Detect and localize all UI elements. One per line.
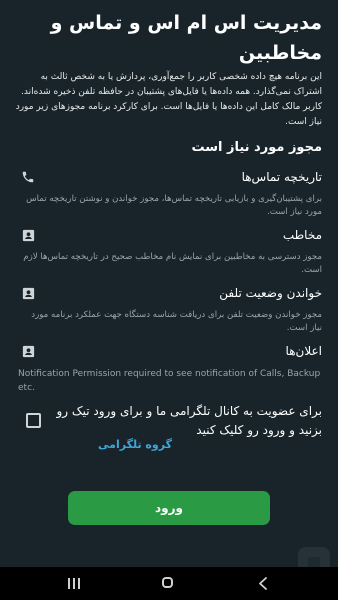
permission-name: اعلان‌ها (285, 344, 322, 358)
home-icon[interactable] (162, 577, 173, 588)
contact-card-icon (18, 341, 38, 361)
system-navigation-bar (0, 567, 338, 600)
recent-apps-icon[interactable] (68, 578, 80, 589)
permission-description: مجوز دسترسی به مخاطبین برای نمایش نام مخ… (23, 252, 322, 275)
permission-phone-state: خواندن وضعیت تلفن مجوز خواندن وضعیت تلفن… (18, 283, 322, 335)
contact-card-icon (18, 283, 38, 303)
channel-optin-text: برای عضویت به کانال تلگرامی ما و برای ور… (56, 404, 323, 437)
permission-description: Notification Permission required to see … (18, 369, 321, 393)
intro-text: این برنامه هیچ داده شخصی کاربر را جمع‌آو… (15, 72, 322, 127)
permission-description: مجوز خواندن وضعیت تلفن برای دریافت شناسه… (31, 310, 322, 333)
section-title: مجوز مورد نیاز است (191, 140, 322, 155)
page-title: مدیریت اس ام اس و تماس و مخاطبین (50, 12, 322, 64)
permission-name: تاریخچه تماس‌ها (241, 170, 322, 184)
permission-description: برای پشتیبان‌گیری و بازیابی تاریخچه تماس… (26, 194, 322, 217)
permission-notifications: اعلان‌ها Notification Permission require… (18, 341, 322, 395)
permission-contacts: مخاطب مجوز دسترسی به مخاطبین برای نمایش … (18, 225, 322, 277)
permission-call-log: تاریخچه تماس‌ها برای پشتیبان‌گیری و بازی… (18, 167, 322, 219)
permission-name: مخاطب (282, 228, 322, 242)
join-channel-checkbox[interactable] (26, 413, 41, 428)
login-button[interactable]: ورود (68, 491, 270, 525)
phone-icon (18, 167, 38, 187)
telegram-group-link[interactable]: گروه تلگرامی (98, 438, 172, 451)
contact-card-icon (18, 225, 38, 245)
back-icon[interactable] (258, 577, 268, 590)
privacy-permissions-screen: مدیریت اس ام اس و تماس و مخاطبین این برن… (0, 0, 338, 591)
telegram-channel-optin: برای عضویت به کانال تلگرامی ما و برای ور… (18, 402, 323, 451)
permission-name: خواندن وضعیت تلفن (219, 286, 322, 300)
